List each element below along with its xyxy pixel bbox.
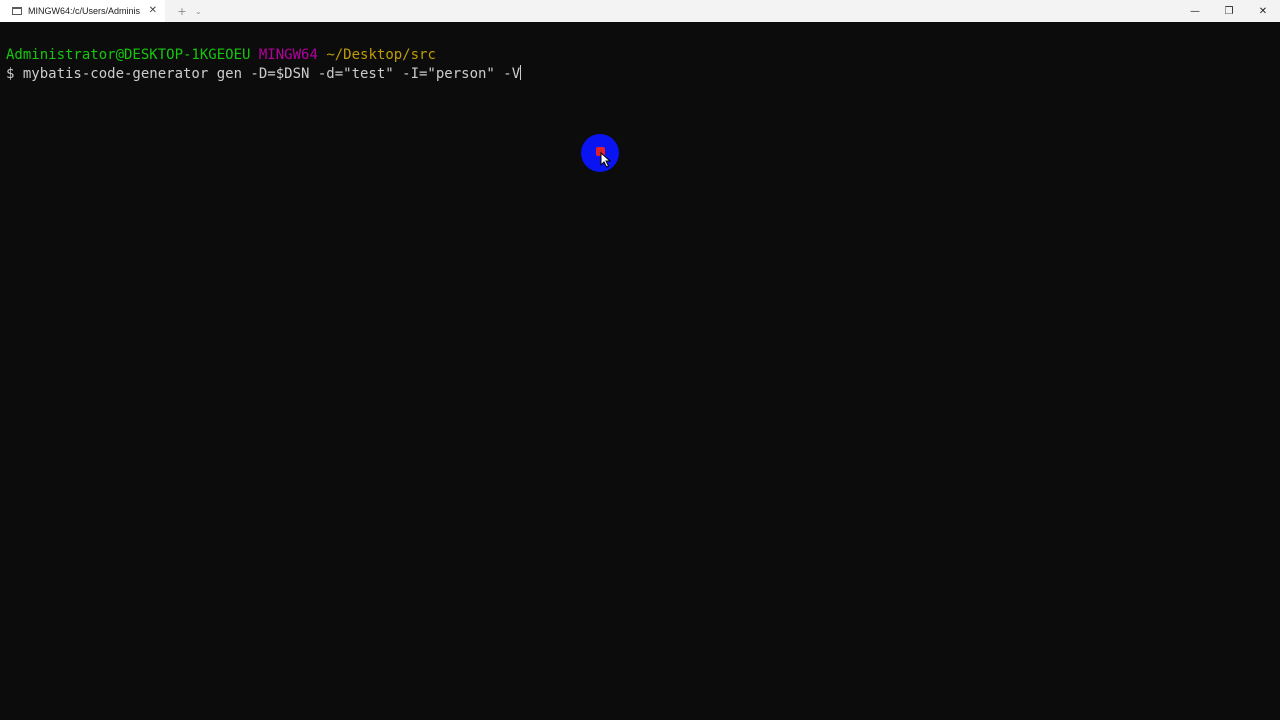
chevron-down-icon[interactable]: ⌄ xyxy=(195,7,202,16)
prompt-user-host: Administrator@DESKTOP-1KGEOEU xyxy=(6,47,251,63)
close-tab-icon[interactable]: ✕ xyxy=(149,4,157,18)
terminal-window: MINGW64:/c/Users/Administrat ✕ + ⌄ — ❐ ✕… xyxy=(0,0,1280,720)
terminal-icon xyxy=(12,7,22,15)
restore-button[interactable]: ❐ xyxy=(1212,0,1246,22)
text-cursor xyxy=(520,65,522,80)
new-tab-button[interactable]: + xyxy=(175,5,189,18)
close-window-button[interactable]: ✕ xyxy=(1246,0,1280,22)
command-text: $ mybatis-code-generator gen -D=$DSN -d=… xyxy=(6,66,521,82)
command-line[interactable]: $ mybatis-code-generator gen -D=$DSN -d=… xyxy=(6,65,1280,84)
minimize-button[interactable]: — xyxy=(1178,0,1212,22)
prompt-path: ~/Desktop/src xyxy=(326,47,436,63)
window-controls: — ❐ ✕ xyxy=(1178,0,1280,22)
mouse-pointer-icon xyxy=(600,152,612,168)
title-bar: MINGW64:/c/Users/Administrat ✕ + ⌄ — ❐ ✕ xyxy=(0,0,1280,22)
prompt-line: Administrator@DESKTOP-1KGEOEU MINGW64 ~/… xyxy=(6,46,1280,65)
terminal-output[interactable]: Administrator@DESKTOP-1KGEOEU MINGW64 ~/… xyxy=(0,22,1280,720)
tab-mingw64[interactable]: MINGW64:/c/Users/Administrat ✕ xyxy=(0,0,165,22)
prompt-system: MINGW64 xyxy=(258,47,318,63)
tab-title: MINGW64:/c/Users/Administrat xyxy=(28,6,140,16)
